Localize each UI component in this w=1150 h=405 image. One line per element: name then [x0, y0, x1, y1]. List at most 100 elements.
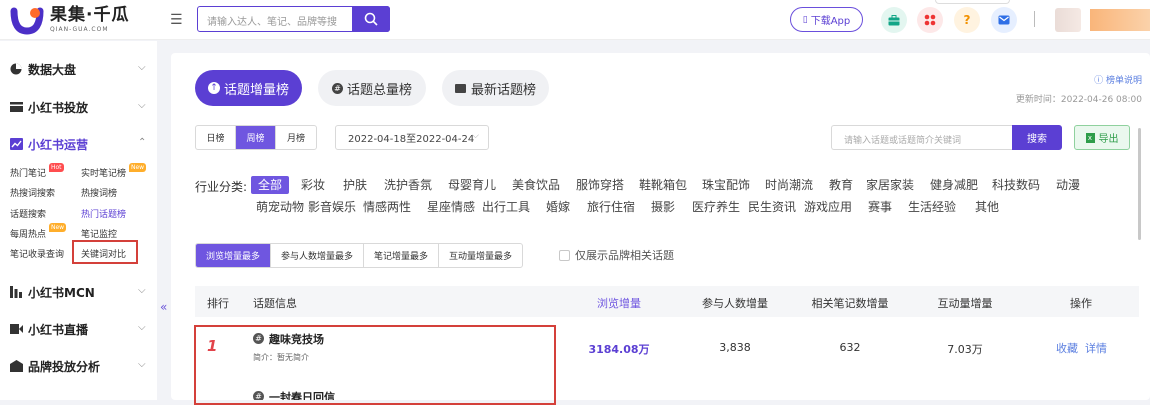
favorite-link[interactable]: 收藏	[1056, 340, 1078, 356]
industry-chip[interactable]: 萌宠动物	[256, 198, 304, 216]
sort-tab-notes[interactable]: 笔记增量最多	[364, 244, 440, 267]
avatar[interactable]	[1055, 8, 1081, 32]
sidebar-item-note-monitor[interactable]: 笔记监控	[81, 227, 117, 240]
industry-chip[interactable]: 健身减肥	[930, 176, 978, 194]
brand-only-checkbox[interactable]	[559, 250, 570, 261]
tab-weekly[interactable]: 周榜	[236, 126, 276, 149]
header-interactions[interactable]: 互动量增量	[938, 295, 993, 311]
industry-chip[interactable]: 洗护香氛	[384, 176, 432, 194]
brand-logo[interactable]: 果集·千瓜 QIAN-GUA.COM	[10, 5, 129, 35]
keyword-search-input[interactable]: 请输入话题或话题简介关键词	[831, 125, 1012, 150]
industry-chip[interactable]: 时尚潮流	[765, 176, 813, 194]
chevron-down-icon[interactable]: ⌵	[138, 285, 146, 296]
keyword-search-button[interactable]: 搜索	[1012, 125, 1062, 150]
chevron-down-icon[interactable]: ⌵	[138, 100, 146, 111]
export-button[interactable]: x 导出	[1074, 125, 1130, 150]
chevron-down-icon[interactable]: ⌵	[138, 359, 146, 370]
industry-chip[interactable]: 护肤	[343, 176, 367, 194]
sort-tab-participants[interactable]: 参与人数增量最多	[271, 244, 365, 267]
sidebar: 数据大盘 ⌵ 小红书投放 ⌵ 小红书运营 ⌃ 热门笔记 Hot 实时笔记榜 Ne…	[0, 41, 157, 400]
sidebar-item-realtime-notes[interactable]: 实时笔记榜	[81, 166, 126, 179]
chevron-down-icon[interactable]: ⌵	[138, 322, 146, 333]
tab-label: 话题总量榜	[346, 82, 412, 98]
sidebar-item-hot-topic-rank[interactable]: 热门话题榜	[81, 207, 126, 220]
sidebar-item-topic-search[interactable]: 话题搜索	[10, 207, 46, 220]
industry-chip[interactable]: 家居家装	[866, 176, 914, 194]
industry-chip[interactable]: 星座情感	[427, 198, 475, 216]
industry-chip[interactable]: 全部	[251, 176, 290, 194]
industry-chip[interactable]: 医疗养生	[692, 198, 740, 216]
trend-chart-icon	[10, 138, 23, 150]
sort-tab-views[interactable]: 浏览增量最多	[196, 244, 272, 267]
sidebar-section-dashboard[interactable]: 数据大盘	[10, 59, 76, 79]
sidebar-item-hot-search-rank[interactable]: 热搜词榜	[81, 186, 117, 199]
industry-chip[interactable]: 珠宝配饰	[702, 176, 750, 194]
download-app-button[interactable]: ▯ 下载App	[790, 7, 863, 32]
industry-chip[interactable]: 服饰穿搭	[576, 176, 624, 194]
industry-chip[interactable]: 摄影	[651, 198, 675, 216]
sidebar-item-hot-search[interactable]: 热搜词搜索	[10, 186, 55, 199]
search-button[interactable]	[352, 6, 390, 32]
tab-monthly[interactable]: 月榜	[276, 126, 316, 149]
header-notes[interactable]: 相关笔记数增量	[812, 295, 889, 311]
sidebar-section-xhs-ads[interactable]: 小红书投放	[10, 97, 88, 117]
sidebar-item-weekly-hot[interactable]: 每周热点	[10, 227, 46, 240]
mail-icon[interactable]	[991, 7, 1017, 33]
search-input[interactable]: 请输入达人、笔记、品牌等搜	[207, 13, 347, 28]
collapse-sidebar-icon[interactable]: «	[160, 300, 167, 314]
user-name-blurred[interactable]	[1090, 9, 1150, 31]
industry-chip[interactable]: 动漫	[1056, 176, 1080, 194]
period-tabs: 日榜 周榜 月榜	[195, 125, 317, 150]
industry-chip[interactable]: 影音娱乐	[308, 198, 356, 216]
global-search[interactable]: 请输入达人、笔记、品牌等搜	[197, 6, 390, 32]
date-range-select[interactable]: 2022-04-18至2022-04-24 ⌵	[335, 125, 489, 150]
industry-chip[interactable]: 其他	[975, 198, 999, 216]
tab-topic-increment[interactable]: ↑ 话题增量榜	[195, 70, 302, 106]
header-participants[interactable]: 参与人数增量	[702, 295, 768, 311]
industry-chip[interactable]: 婚嫁	[546, 198, 570, 216]
interactions-value: 7.03万	[947, 343, 983, 356]
sort-tab-interactions[interactable]: 互动量增量最多	[439, 244, 522, 267]
industry-chip[interactable]: 旅行住宿	[587, 198, 635, 216]
industry-chip[interactable]: 游戏应用	[804, 198, 852, 216]
tab-topic-total[interactable]: # 话题总量榜	[318, 70, 426, 106]
highlight-box	[194, 325, 556, 405]
industry-chip[interactable]: 生活经验	[908, 198, 956, 216]
sidebar-item-keyword-compare[interactable]: 关键词对比	[81, 247, 126, 260]
header-rank: 排行	[207, 297, 229, 310]
tab-latest-topic[interactable]: 最新话题榜	[442, 70, 549, 106]
header-topic-info: 话题信息	[253, 297, 297, 310]
industry-chip[interactable]: 教育	[829, 176, 853, 194]
sidebar-section-xhs-live[interactable]: 小红书直播	[10, 319, 88, 339]
rank-rules-link[interactable]: ⓘ 榜单说明	[1094, 73, 1142, 86]
pie-chart-icon	[10, 63, 23, 75]
detail-link[interactable]: 详情	[1085, 340, 1107, 356]
sidebar-section-brand-analysis[interactable]: 品牌投放分析	[10, 356, 100, 376]
sidebar-item-hot-notes[interactable]: 热门笔记	[10, 166, 46, 179]
export-label: 导出	[1098, 134, 1119, 145]
industry-chip[interactable]: 科技数码	[992, 176, 1040, 194]
brand-only-label[interactable]: 仅展示品牌相关话题	[575, 247, 674, 263]
industry-chip[interactable]: 鞋靴箱包	[639, 176, 687, 194]
industry-chip[interactable]: 美食饮品	[512, 176, 560, 194]
tab-daily[interactable]: 日榜	[196, 126, 236, 149]
menu-toggle-icon[interactable]: ☰	[170, 12, 183, 28]
industry-chip[interactable]: 民生资讯	[748, 198, 796, 216]
industry-chip[interactable]: 彩妆	[301, 176, 325, 194]
industry-chip[interactable]: 出行工具	[482, 198, 530, 216]
header-views[interactable]: 浏览增量	[597, 295, 641, 311]
scrollbar[interactable]	[1138, 128, 1141, 240]
sidebar-section-xhs-operations[interactable]: 小红书运营	[10, 134, 88, 154]
industry-chip[interactable]: 赛事	[868, 198, 892, 216]
help-icon[interactable]: ?	[954, 7, 980, 33]
chevron-up-icon[interactable]: ⌃	[138, 137, 146, 148]
sidebar-section-label: 品牌投放分析	[28, 359, 101, 374]
apps-icon[interactable]	[917, 7, 943, 33]
briefcase-icon[interactable]	[881, 7, 907, 33]
sidebar-item-note-index[interactable]: 笔记收录查询	[10, 247, 64, 260]
sidebar-section-xhs-mcn[interactable]: 小红书MCN	[10, 282, 95, 302]
brand-icon	[10, 360, 23, 372]
industry-chip[interactable]: 母婴育儿	[448, 176, 496, 194]
industry-chip[interactable]: 情感两性	[363, 198, 411, 216]
chevron-down-icon[interactable]: ⌵	[138, 62, 146, 73]
